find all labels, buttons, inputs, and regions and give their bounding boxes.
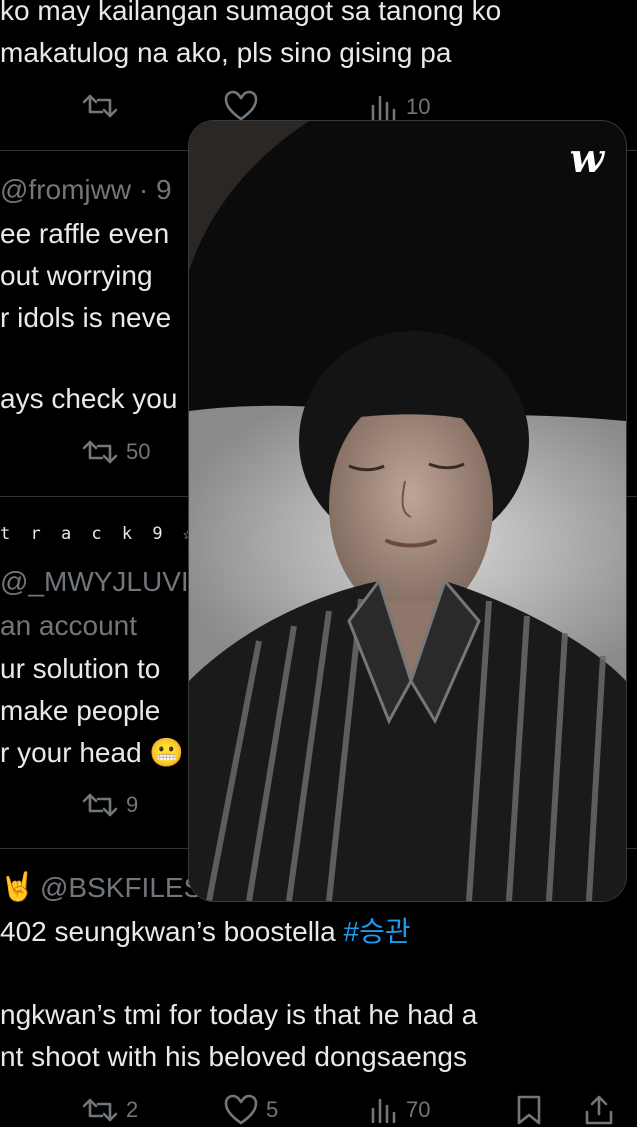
tweet2-retweet-count: 50 [126, 439, 151, 464]
tweet4-like-button[interactable]: 5 [224, 1094, 278, 1126]
tweet3-line3: make people [0, 695, 161, 726]
tweet4-views-button[interactable]: 70 [370, 1097, 430, 1123]
tweet1-line2: makatulog na ako, pls sino gising pa [0, 37, 452, 68]
tweet2-line1: ee raffle even [0, 218, 170, 249]
tweet3-line2: ur solution to [0, 653, 161, 684]
tweet4-retweet-button[interactable]: 2 [82, 1096, 138, 1124]
floating-video-player[interactable]: w [188, 120, 627, 902]
tweet1-views-button[interactable]: 10 [370, 94, 430, 120]
tweet3-handle[interactable]: @_MWYJLUVI [0, 566, 189, 598]
views-icon [371, 1098, 396, 1123]
retweet-icon [82, 793, 118, 817]
share-icon [585, 1095, 613, 1125]
tweet3-line4: r your head 😬 [0, 737, 185, 768]
heart-icon [224, 1094, 258, 1125]
tweet2-handle[interactable]: @fromjww · 9 [0, 174, 172, 206]
tweet2-line3: r idols is neve [0, 302, 172, 333]
tweet1-like-button[interactable] [224, 90, 258, 122]
retweet-icon [82, 440, 118, 464]
tweet4-line1: 402 seungkwan’s boostella #승관 [0, 915, 411, 949]
bookmark-icon [517, 1095, 541, 1125]
tweet3-retweet-count: 9 [126, 792, 139, 817]
tweet1-line1: ko may kailangan sumagot sa tanong ko [0, 0, 502, 26]
tweet2-line4: ays check you [0, 383, 178, 414]
video-frame-image [189, 121, 626, 901]
tweet4-line1-text: 402 seungkwan’s boostella [0, 916, 344, 947]
hashtag-link[interactable]: #승관 [344, 916, 411, 947]
tweet3-line1: an account [0, 610, 137, 641]
tweet3-retweet-button[interactable]: 9 [82, 791, 138, 819]
heart-icon [224, 90, 258, 121]
tweet4-retweet-count: 2 [126, 1097, 139, 1122]
weverse-logo-icon: w [569, 135, 604, 182]
tweet1-retweet-button[interactable] [82, 92, 118, 120]
tweet4-bookmark-button[interactable] [516, 1094, 542, 1126]
tweet4-emoji-icon: 🤘 [0, 871, 35, 902]
tweet2-line2: out worrying [0, 260, 153, 291]
tweet4-line3: nt shoot with his beloved dongsaengs [0, 1041, 467, 1072]
retweet-icon [82, 1098, 118, 1122]
tweet4-share-button[interactable] [584, 1094, 614, 1126]
tweet1-views-count: 10 [406, 94, 431, 119]
tweet2-retweet-button[interactable]: 50 [82, 438, 150, 466]
tweet4-views-count: 70 [406, 1097, 431, 1122]
views-icon [371, 95, 396, 120]
tweet4-like-count: 5 [266, 1097, 279, 1122]
tweet4-line2: ngkwan’s tmi for today is that he had a [0, 999, 478, 1030]
retweet-icon [82, 94, 118, 118]
tweet4-handle[interactable]: @BSKFILES [40, 872, 202, 904]
